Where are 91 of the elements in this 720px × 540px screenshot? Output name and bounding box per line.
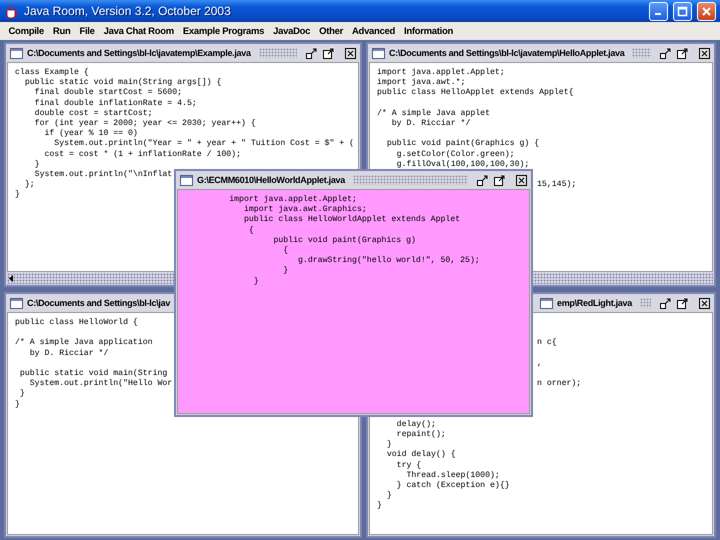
menu-item[interactable]: Java Chat Room: [99, 26, 178, 36]
code-line: }: [386, 491, 392, 502]
code-line: }: [386, 440, 392, 450]
code-line: import java.applet.Applet;: [377, 68, 505, 78]
code-line: final double startCost = 5600;: [34, 88, 182, 99]
menu-item[interactable]: Example Programs: [178, 26, 269, 36]
code-line: delay();: [396, 420, 436, 430]
frame-title: G:\ECMM6010\HelloWorldApplet.java: [197, 175, 345, 185]
frame-title: C:\Documents and Settings\bl-lc\jav: [27, 298, 170, 308]
code-line: final double inflationRate = 4.5;: [34, 98, 197, 109]
code-line: public void paint(Graphics g): [272, 236, 416, 246]
menu-item[interactable]: Advanced: [348, 26, 400, 36]
code-line: cost = cost * (1 + inflationRate / 100);: [43, 150, 242, 160]
code-line: public static void main(String: [18, 368, 168, 379]
close-button[interactable]: [699, 48, 710, 58]
menu-item[interactable]: Run: [48, 26, 75, 36]
code-line: System.out.println("Hello Wor: [28, 379, 172, 390]
title-bar-grip[interactable]: [640, 298, 651, 308]
menu-item[interactable]: Compile: [4, 26, 48, 36]
maximize-button[interactable]: [323, 48, 334, 58]
code-line: try {: [396, 460, 422, 471]
code-line: /* A simple Java application: [15, 338, 153, 349]
minimize-button[interactable]: [306, 48, 317, 58]
window-icon: [10, 48, 23, 58]
close-button[interactable]: [699, 298, 710, 308]
code-editor[interactable]: import java.applet.Applet; import java.awt.Graphics; public class HelloWorldApplet extends Applet { public void paint(Graphics g) { g.drawString("hello world!", 50, 25); } }: [177, 189, 530, 414]
maximize-icon[interactable]: [677, 6, 688, 16]
code-line: }: [19, 389, 25, 400]
code-line: public class HelloWorld {: [15, 318, 138, 328]
code-line: import java.awt.*;: [377, 78, 466, 88]
code-line: g.setColor(Color.green);: [396, 150, 515, 160]
close-button[interactable]: [516, 174, 527, 186]
code-line: {: [248, 226, 254, 236]
code-line: repaint();: [396, 430, 446, 440]
maximize-button[interactable]: [677, 298, 688, 308]
code-line: public void paint(Graphics g) {: [386, 139, 540, 150]
code-line: public static void main(String args[]) {: [24, 78, 222, 88]
code-line: by D. Ricciar */: [28, 348, 108, 359]
menu-item[interactable]: JavaDoc: [268, 26, 315, 36]
title-bar-grip[interactable]: [632, 48, 651, 58]
code-line: }: [15, 190, 20, 200]
code-line: {: [282, 246, 288, 256]
window-icon: [372, 48, 385, 58]
minimize-button[interactable]: [660, 298, 671, 308]
code-line: };: [24, 180, 35, 190]
frame-title: C:\Documents and Settings\bl-lc\javatemp\Example.java: [27, 48, 251, 58]
cup-icon: [4, 4, 19, 18]
code-line: public class HelloApplet extends Applet{: [377, 88, 574, 99]
title-bar-grip[interactable]: [258, 48, 297, 58]
frame-title: C:\Documents and Settings\bl-lc\javatemp\HelloApplet.java: [389, 48, 624, 58]
code-line: }: [282, 266, 288, 276]
maximize-button[interactable]: [677, 48, 688, 58]
maximize-button[interactable]: [494, 174, 505, 186]
code-line: }: [252, 276, 259, 287]
code-line: }: [15, 400, 20, 410]
code-line: }: [377, 501, 382, 512]
code-line: Thread.sleep(1000);: [405, 470, 500, 481]
title-bar-grip[interactable]: [352, 175, 468, 185]
code-line: by D. Ricciar */: [390, 118, 470, 130]
code-line: ,: [537, 358, 542, 368]
code-line: /* A simple Java applet: [377, 108, 490, 119]
code-line: void delay() {: [386, 450, 456, 461]
code-line: System.out.println("Year = " + year + " Tuition Cost = $" + (: [53, 139, 354, 150]
code-line: }: [34, 160, 40, 170]
close-icon[interactable]: [701, 6, 712, 16]
minimize-button[interactable]: [660, 48, 671, 58]
code-line: if (year % 10 == 0): [43, 129, 138, 139]
code-line: double cost = startCost;: [34, 108, 153, 119]
code-line: import java.awt.Graphics;: [242, 205, 367, 215]
code-line: g.drawString("hello world!", 50, 25);: [297, 256, 480, 266]
window-icon: [540, 298, 553, 308]
app-title: Java Room, Version 3.2, October 2003: [24, 4, 232, 18]
code-line: g.fillOval(100,100,100,30);: [396, 160, 530, 170]
window-icon: [10, 298, 23, 308]
menu-item[interactable]: Other: [314, 26, 348, 36]
code-line: 15,145);: [537, 180, 576, 190]
code-line: System.out.println("\nInflat: [34, 170, 172, 180]
frame-title: emp\RedLight.java: [557, 298, 632, 308]
code-line: for (int year = 2000; year <= 2030; year++) {: [34, 118, 256, 129]
scroll-left-icon[interactable]: [7, 274, 16, 283]
code-line: import java.applet.Applet;: [228, 195, 357, 205]
close-button[interactable]: [345, 48, 356, 58]
menu-item[interactable]: File: [74, 26, 100, 36]
code-line: n orner);: [537, 379, 582, 388]
code-line: } catch (Exception e){}: [396, 481, 510, 492]
code-line: public class HelloWorldApplet extends Applet: [242, 215, 460, 226]
menu-item[interactable]: Information: [400, 26, 458, 36]
window-icon: [180, 174, 193, 186]
code-line: n c{: [537, 338, 557, 348]
minimize-button[interactable]: [477, 174, 488, 186]
code-line: class Example {: [15, 68, 89, 78]
